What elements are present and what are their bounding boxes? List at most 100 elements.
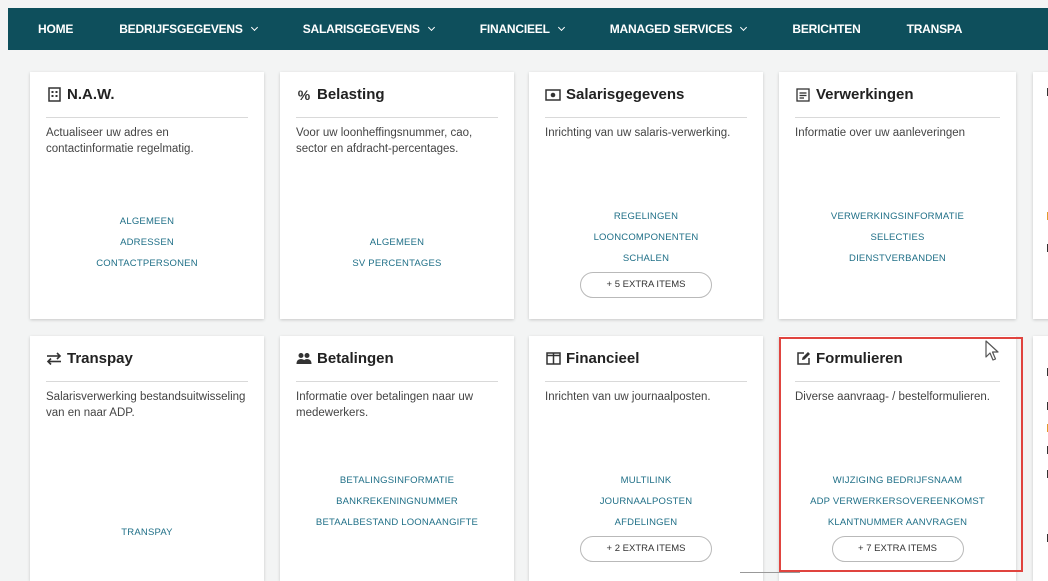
nav-salarisgegevens[interactable]: SALARISGEGEVENS (302, 22, 435, 36)
columns-icon (545, 351, 561, 367)
card-title-text: Transpay (67, 350, 133, 367)
link-schalen[interactable]: SCHALEN (529, 248, 763, 269)
percent-icon: % (297, 86, 311, 103)
link-algemeen[interactable]: ALGEMEEN (280, 232, 514, 253)
nav-home[interactable]: HOME (38, 22, 73, 36)
mouse-cursor-icon (984, 340, 1002, 367)
card-links: TRANSPAY (30, 522, 264, 543)
nav-managed-services[interactable]: MANAGED SERVICES (610, 22, 748, 36)
link-dienstverbanden[interactable]: DIENSTVERBANDEN (779, 248, 1016, 269)
link-adressen[interactable]: ADRESSEN (30, 232, 264, 253)
nav-financieel-label: FINANCIEEL (479, 22, 550, 36)
divider (545, 381, 747, 382)
card-salarisgegevens: Salarisgegevens Inrichting van uw salari… (529, 72, 763, 319)
card-title-text: N.A.W. (67, 86, 115, 103)
divider (545, 117, 747, 118)
link-verwerkingsinformatie[interactable]: VERWERKINGSINFORMATIE (779, 206, 1016, 227)
card-description: Diverse aanvraag- / bestelformulieren. (795, 391, 990, 403)
card-links: ALGEMEEN ADRESSEN CONTACTPERSONEN (30, 211, 264, 274)
card-links: VERWERKINGSINFORMATIE SELECTIES DIENSTVE… (779, 206, 1016, 269)
link-selecties[interactable]: SELECTIES (779, 227, 1016, 248)
link-journaalposten[interactable]: JOURNAALPOSTEN (529, 491, 763, 512)
divider (795, 381, 1000, 382)
card-links: ALGEMEEN SV PERCENTAGES (280, 232, 514, 274)
link-afdelingen[interactable]: AFDELINGEN (529, 512, 763, 533)
extra-items-button[interactable]: + 5 EXTRA ITEMS (580, 272, 712, 298)
card-title-text: Formulieren (816, 350, 903, 367)
chevron-down-icon (427, 23, 435, 32)
link-algemeen[interactable]: ALGEMEEN (30, 211, 264, 232)
card-description: Voor uw loonheffingsnummer, cao, sector … (296, 127, 473, 155)
link-sv-percentages[interactable]: SV PERCENTAGES (280, 253, 514, 274)
card-title-text: Verwerkingen (816, 86, 914, 103)
card-verwerkingen: Verwerkingen Informatie over uw aanlever… (779, 72, 1016, 319)
chevron-down-icon (740, 23, 748, 32)
card-title-text: Financieel (566, 350, 640, 367)
link-wijziging-bedrijfsnaam[interactable]: WIJZIGING BEDRIJFSNAAM (779, 470, 1016, 491)
link-bankrekeningnummer[interactable]: BANKREKENINGNUMMER (280, 491, 514, 512)
nav-home-label: HOME (38, 22, 74, 36)
chevron-down-icon (250, 23, 258, 32)
card-financieel: Financieel Inrichten van uw journaalpost… (529, 336, 763, 581)
extra-items-button[interactable]: + 7 EXTRA ITEMS (831, 536, 964, 562)
link-regelingen[interactable]: REGELINGEN (529, 206, 763, 227)
card-naw: N.A.W. Actualiseer uw adres en contactin… (30, 72, 264, 319)
divider (296, 381, 498, 382)
main-navigation: HOME BEDRIJFSGEGEVENS SALARISGEGEVENS FI… (8, 8, 1048, 50)
card-title: Betalingen (296, 350, 394, 367)
card-belasting: % Belasting Voor uw loonheffingsnummer, … (280, 72, 514, 319)
card-description: Actualiseer uw adres en contactinformati… (46, 127, 194, 155)
nav-bedrijfsgegevens[interactable]: BEDRIJFSGEGEVENS (119, 22, 258, 36)
card-description: Informatie over uw aanleveringen (795, 127, 966, 139)
users-icon (296, 351, 312, 367)
card-description: Informatie over betalingen naar uw medew… (296, 391, 474, 419)
link-transpay[interactable]: TRANSPAY (30, 522, 264, 543)
divider (46, 117, 248, 118)
card-title-text: Salarisgegevens (566, 86, 685, 103)
link-betaalbestand-loonaangifte[interactable]: BETAALBESTAND LOONAANGIFTE (280, 512, 514, 533)
card-links: MULTILINK JOURNAALPOSTEN AFDELINGEN + 2 … (529, 470, 763, 562)
card-title: Verwerkingen (795, 86, 914, 103)
card-partial-top (1033, 72, 1048, 319)
link-adp-verwerkersovereenkomst[interactable]: ADP VERWERKERSOVEREENKOMST (779, 491, 1016, 512)
nav-financieel[interactable]: FINANCIEEL (479, 22, 565, 36)
link-betalingsinformatie[interactable]: BETALINGSINFORMATIE (280, 470, 514, 491)
card-title: % Belasting (296, 86, 385, 103)
exchange-icon (46, 351, 62, 367)
nav-berichten[interactable]: BERICHTEN (792, 22, 860, 36)
nav-berichten-label: BERICHTEN (792, 22, 861, 36)
card-partial-bottom (1033, 336, 1048, 581)
divider (795, 117, 1000, 118)
card-links: BETALINGSINFORMATIE BANKREKENINGNUMMER B… (280, 470, 514, 533)
money-icon (545, 87, 561, 103)
divider (46, 381, 248, 382)
card-title-text: Belasting (317, 86, 385, 103)
card-title: Transpay (46, 350, 133, 367)
link-looncomponenten[interactable]: LOONCOMPONENTEN (529, 227, 763, 248)
card-betalingen: Betalingen Informatie over betalingen na… (280, 336, 514, 581)
card-title: N.A.W. (46, 86, 115, 103)
card-description: Inrichting van uw salaris-verwerking. (545, 127, 731, 139)
card-formulieren: Formulieren Diverse aanvraag- / bestelfo… (779, 336, 1016, 581)
divider (296, 117, 498, 118)
card-description: Salarisverwerking bestandsuitwisseling v… (46, 391, 246, 419)
link-contactpersonen[interactable]: CONTACTPERSONEN (30, 253, 264, 274)
nav-salarisgegevens-label: SALARISGEGEVENS (302, 22, 420, 36)
card-title: Salarisgegevens (545, 86, 684, 103)
nav-bedrijfsgegevens-label: BEDRIJFSGEGEVENS (119, 22, 243, 36)
card-title: Financieel (545, 350, 639, 367)
nav-transpay[interactable]: TRANSPA (907, 22, 963, 36)
link-klantnummer-aanvragen[interactable]: KLANTNUMMER AANVRAGEN (779, 512, 1016, 533)
card-links: REGELINGEN LOONCOMPONENTEN SCHALEN + 5 E… (529, 206, 763, 298)
card-description: Inrichten van uw journaalposten. (545, 391, 711, 403)
edit-icon (795, 351, 811, 367)
card-title: Formulieren (795, 350, 903, 367)
nav-transpay-label: TRANSPA (906, 22, 963, 36)
card-transpay: Transpay Salarisverwerking bestandsuitwi… (30, 336, 264, 581)
link-multilink[interactable]: MULTILINK (529, 470, 763, 491)
extra-items-button[interactable]: + 2 EXTRA ITEMS (580, 536, 712, 562)
chevron-down-icon (557, 23, 565, 32)
building-icon (46, 87, 62, 103)
processing-icon (795, 87, 811, 103)
card-links: WIJZIGING BEDRIJFSNAAM ADP VERWERKERSOVE… (779, 470, 1016, 562)
